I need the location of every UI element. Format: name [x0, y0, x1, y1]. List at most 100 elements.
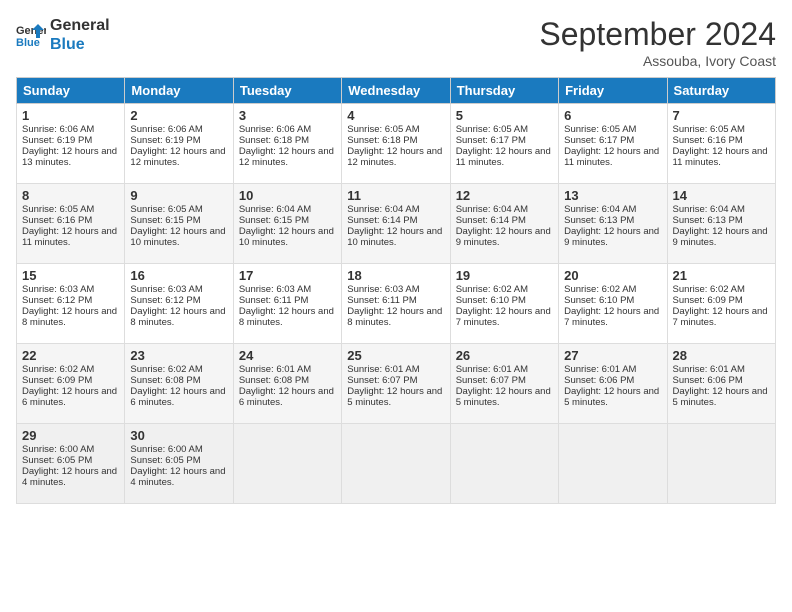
daylight-label: Daylight: 12 hours and 4 minutes. — [22, 466, 117, 488]
sunset-label: Sunset: 6:17 PM — [456, 135, 526, 146]
daylight-label: Daylight: 12 hours and 11 minutes. — [22, 226, 117, 248]
col-saturday: Saturday — [667, 78, 775, 104]
sunset-label: Sunset: 6:11 PM — [239, 295, 309, 306]
calendar-cell: 22 Sunrise: 6:02 AM Sunset: 6:09 PM Dayl… — [17, 344, 125, 424]
logo-icon: General Blue — [16, 20, 46, 50]
daylight-label: Daylight: 12 hours and 8 minutes. — [239, 306, 334, 328]
sunset-label: Sunset: 6:06 PM — [564, 375, 634, 386]
title-section: September 2024 Assouba, Ivory Coast — [539, 16, 776, 69]
calendar-week-4: 22 Sunrise: 6:02 AM Sunset: 6:09 PM Dayl… — [17, 344, 776, 424]
sunrise-label: Sunrise: 6:02 AM — [673, 284, 745, 295]
sunrise-label: Sunrise: 6:05 AM — [673, 124, 745, 135]
calendar-week-3: 15 Sunrise: 6:03 AM Sunset: 6:12 PM Dayl… — [17, 264, 776, 344]
day-number: 7 — [673, 108, 770, 123]
sunrise-label: Sunrise: 6:05 AM — [564, 124, 636, 135]
daylight-label: Daylight: 12 hours and 7 minutes. — [456, 306, 551, 328]
calendar-cell — [667, 424, 775, 504]
sunset-label: Sunset: 6:14 PM — [347, 215, 417, 226]
daylight-label: Daylight: 12 hours and 10 minutes. — [347, 226, 442, 248]
sunrise-label: Sunrise: 6:03 AM — [130, 284, 202, 295]
daylight-label: Daylight: 12 hours and 5 minutes. — [347, 386, 442, 408]
sunset-label: Sunset: 6:15 PM — [130, 215, 200, 226]
sunset-label: Sunset: 6:15 PM — [239, 215, 309, 226]
daylight-label: Daylight: 12 hours and 12 minutes. — [130, 146, 225, 168]
sunset-label: Sunset: 6:10 PM — [456, 295, 526, 306]
calendar-cell: 10 Sunrise: 6:04 AM Sunset: 6:15 PM Dayl… — [233, 184, 341, 264]
day-number: 14 — [673, 188, 770, 203]
daylight-label: Daylight: 12 hours and 9 minutes. — [456, 226, 551, 248]
calendar-cell: 25 Sunrise: 6:01 AM Sunset: 6:07 PM Dayl… — [342, 344, 450, 424]
day-number: 6 — [564, 108, 661, 123]
sunrise-label: Sunrise: 6:05 AM — [130, 204, 202, 215]
sunrise-label: Sunrise: 6:00 AM — [22, 444, 94, 455]
day-number: 27 — [564, 348, 661, 363]
daylight-label: Daylight: 12 hours and 7 minutes. — [673, 306, 768, 328]
calendar-cell: 2 Sunrise: 6:06 AM Sunset: 6:19 PM Dayli… — [125, 104, 233, 184]
sunset-label: Sunset: 6:09 PM — [22, 375, 92, 386]
sunrise-label: Sunrise: 6:01 AM — [673, 364, 745, 375]
calendar-cell — [233, 424, 341, 504]
day-number: 3 — [239, 108, 336, 123]
sunrise-label: Sunrise: 6:01 AM — [239, 364, 311, 375]
col-sunday: Sunday — [17, 78, 125, 104]
calendar-cell: 7 Sunrise: 6:05 AM Sunset: 6:16 PM Dayli… — [667, 104, 775, 184]
daylight-label: Daylight: 12 hours and 4 minutes. — [130, 466, 225, 488]
day-number: 11 — [347, 188, 444, 203]
daylight-label: Daylight: 12 hours and 10 minutes. — [239, 226, 334, 248]
daylight-label: Daylight: 12 hours and 13 minutes. — [22, 146, 117, 168]
calendar-week-5: 29 Sunrise: 6:00 AM Sunset: 6:05 PM Dayl… — [17, 424, 776, 504]
calendar-cell: 15 Sunrise: 6:03 AM Sunset: 6:12 PM Dayl… — [17, 264, 125, 344]
sunset-label: Sunset: 6:07 PM — [347, 375, 417, 386]
daylight-label: Daylight: 12 hours and 9 minutes. — [673, 226, 768, 248]
calendar-cell: 20 Sunrise: 6:02 AM Sunset: 6:10 PM Dayl… — [559, 264, 667, 344]
header: General Blue General Blue September 2024… — [16, 16, 776, 69]
calendar-cell: 8 Sunrise: 6:05 AM Sunset: 6:16 PM Dayli… — [17, 184, 125, 264]
day-number: 2 — [130, 108, 227, 123]
daylight-label: Daylight: 12 hours and 12 minutes. — [239, 146, 334, 168]
calendar-cell: 26 Sunrise: 6:01 AM Sunset: 6:07 PM Dayl… — [450, 344, 558, 424]
daylight-label: Daylight: 12 hours and 8 minutes. — [22, 306, 117, 328]
col-friday: Friday — [559, 78, 667, 104]
calendar-cell: 19 Sunrise: 6:02 AM Sunset: 6:10 PM Dayl… — [450, 264, 558, 344]
calendar-cell: 6 Sunrise: 6:05 AM Sunset: 6:17 PM Dayli… — [559, 104, 667, 184]
day-number: 18 — [347, 268, 444, 283]
calendar-cell: 9 Sunrise: 6:05 AM Sunset: 6:15 PM Dayli… — [125, 184, 233, 264]
day-number: 8 — [22, 188, 119, 203]
day-number: 23 — [130, 348, 227, 363]
sunset-label: Sunset: 6:13 PM — [564, 215, 634, 226]
day-number: 22 — [22, 348, 119, 363]
col-thursday: Thursday — [450, 78, 558, 104]
calendar-cell: 18 Sunrise: 6:03 AM Sunset: 6:11 PM Dayl… — [342, 264, 450, 344]
day-number: 16 — [130, 268, 227, 283]
header-row: Sunday Monday Tuesday Wednesday Thursday… — [17, 78, 776, 104]
sunset-label: Sunset: 6:10 PM — [564, 295, 634, 306]
month-title: September 2024 — [539, 16, 776, 53]
col-monday: Monday — [125, 78, 233, 104]
sunrise-label: Sunrise: 6:05 AM — [456, 124, 528, 135]
sunset-label: Sunset: 6:05 PM — [22, 455, 92, 466]
sunrise-label: Sunrise: 6:00 AM — [130, 444, 202, 455]
sunrise-label: Sunrise: 6:03 AM — [239, 284, 311, 295]
calendar-cell — [559, 424, 667, 504]
location: Assouba, Ivory Coast — [539, 53, 776, 69]
daylight-label: Daylight: 12 hours and 6 minutes. — [22, 386, 117, 408]
day-number: 29 — [22, 428, 119, 443]
day-number: 13 — [564, 188, 661, 203]
sunrise-label: Sunrise: 6:04 AM — [347, 204, 419, 215]
daylight-label: Daylight: 12 hours and 8 minutes. — [347, 306, 442, 328]
sunset-label: Sunset: 6:16 PM — [22, 215, 92, 226]
sunrise-label: Sunrise: 6:02 AM — [130, 364, 202, 375]
calendar-cell: 24 Sunrise: 6:01 AM Sunset: 6:08 PM Dayl… — [233, 344, 341, 424]
calendar-cell: 17 Sunrise: 6:03 AM Sunset: 6:11 PM Dayl… — [233, 264, 341, 344]
sunset-label: Sunset: 6:18 PM — [347, 135, 417, 146]
sunrise-label: Sunrise: 6:02 AM — [564, 284, 636, 295]
calendar-cell: 11 Sunrise: 6:04 AM Sunset: 6:14 PM Dayl… — [342, 184, 450, 264]
logo-line1: General — [50, 16, 110, 35]
sunset-label: Sunset: 6:08 PM — [130, 375, 200, 386]
daylight-label: Daylight: 12 hours and 5 minutes. — [564, 386, 659, 408]
sunset-label: Sunset: 6:12 PM — [22, 295, 92, 306]
sunset-label: Sunset: 6:09 PM — [673, 295, 743, 306]
sunrise-label: Sunrise: 6:05 AM — [347, 124, 419, 135]
calendar-cell: 3 Sunrise: 6:06 AM Sunset: 6:18 PM Dayli… — [233, 104, 341, 184]
svg-text:General: General — [16, 25, 46, 37]
